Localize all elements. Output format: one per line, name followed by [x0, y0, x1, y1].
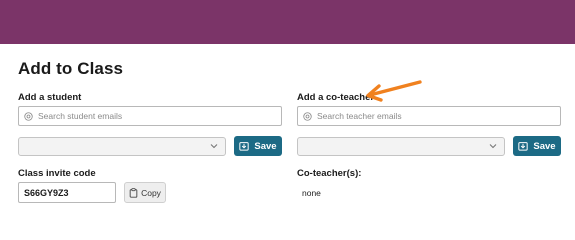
chevron-down-icon [210, 143, 218, 148]
at-sign-icon [303, 111, 312, 121]
add-student-label: Add a student [18, 92, 82, 103]
save-coteacher-button[interactable]: Save [513, 136, 561, 156]
student-select[interactable] [18, 136, 226, 156]
add-coteacher-section: Add a co-teacher [297, 92, 563, 126]
invite-code-label: Class invite code [18, 168, 96, 179]
coteachers-value: none [302, 188, 321, 198]
at-sign-icon [24, 111, 33, 121]
copy-label: Copy [141, 187, 161, 198]
coteacher-select[interactable] [297, 136, 505, 156]
invite-code-field[interactable]: S66GY9Z3 [18, 182, 116, 203]
download-tray-icon [518, 142, 529, 151]
student-search-field[interactable] [18, 106, 282, 126]
save-coteacher-label: Save [533, 140, 556, 152]
coteachers-label: Co-teacher(s): [297, 168, 362, 179]
coteachers-section: Co-teacher(s): none [297, 168, 361, 198]
orange-arrow-icon [366, 80, 422, 102]
student-select-row: Save [18, 136, 282, 156]
student-search-input[interactable] [38, 111, 268, 121]
invite-code-section: Class invite code S66GY9Z3 Copy [18, 168, 166, 203]
teacher-search-input[interactable] [317, 111, 547, 121]
page-title: Add to Class [18, 59, 124, 78]
coteacher-select-row: Save [297, 136, 561, 156]
add-coteacher-label: Add a co-teacher [297, 92, 375, 103]
save-student-button[interactable]: Save [234, 136, 282, 156]
copy-button[interactable]: Copy [124, 182, 166, 203]
clipboard-icon [129, 187, 138, 198]
save-student-label: Save [254, 140, 277, 152]
header-bar [0, 0, 575, 44]
chevron-down-icon [489, 143, 497, 148]
teacher-search-field[interactable] [297, 106, 561, 126]
add-student-section: Add a student [18, 92, 284, 126]
download-tray-icon [239, 142, 250, 151]
